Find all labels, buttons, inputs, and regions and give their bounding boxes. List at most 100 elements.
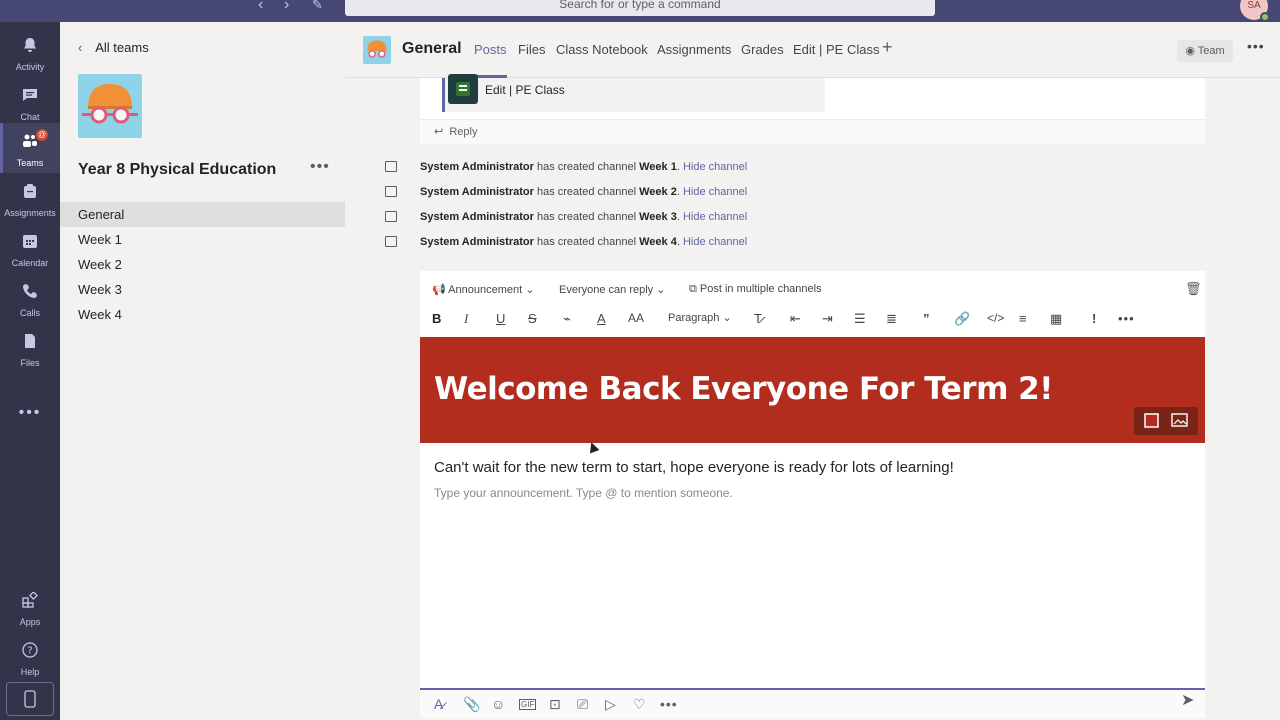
rail-item-calls[interactable]: Calls (0, 273, 60, 323)
color-swatch-icon[interactable] (1144, 413, 1159, 428)
stream-icon[interactable]: ▷ (605, 696, 616, 713)
hide-channel-link[interactable]: Hide channel (683, 186, 747, 198)
app-card[interactable]: Edit | PE Class (442, 74, 825, 112)
team-panel: ‹ All teams Year 8 Physical Education ••… (60, 22, 345, 720)
channel-item-week-3[interactable]: Week 3 (60, 277, 345, 302)
system-message: System Administrator has created channel… (420, 161, 748, 173)
system-actor: System Administrator (420, 211, 534, 223)
mark-important-icon[interactable]: ! (1092, 311, 1096, 326)
announcement-subhead[interactable]: Can't wait for the new term to start, ho… (434, 459, 954, 476)
rail-item-calendar[interactable]: Calendar (0, 223, 60, 273)
numbered-list-icon[interactable]: ≣ (886, 311, 897, 327)
increase-indent-icon[interactable]: ⇥ (822, 311, 833, 327)
highlight-icon[interactable]: ⌁ (563, 311, 571, 327)
underline-icon[interactable]: U (496, 311, 505, 326)
post-type-label: Announcement (448, 284, 523, 296)
channel-header: General Posts Files Class Notebook Assig… (345, 22, 1280, 78)
system-message: System Administrator has created channel… (420, 236, 748, 248)
reply-setting-dropdown[interactable]: Everyone can reply ⌄ (559, 283, 665, 296)
bulleted-list-icon[interactable]: ☰ (854, 311, 866, 327)
hide-channel-link[interactable]: Hide channel (683, 211, 747, 223)
format-icon[interactable]: A̷ (434, 696, 443, 712)
meet-now-icon[interactable]: ⎚ (577, 696, 588, 713)
system-channel: Week 1 (639, 161, 677, 173)
link-icon[interactable]: 🔗 (954, 311, 970, 327)
apps-icon (22, 591, 38, 608)
all-teams-link[interactable]: ‹ All teams (78, 40, 149, 55)
rail-label: Help (20, 667, 40, 677)
team-button[interactable]: ◉ Team (1177, 40, 1233, 62)
horizontal-rule-icon[interactable]: ≡ (1019, 311, 1027, 326)
praise-icon[interactable]: ♡ (633, 696, 646, 713)
forward-arrow-icon[interactable]: › (284, 0, 289, 14)
system-text: has created channel (536, 236, 637, 248)
more-apps-icon[interactable]: ••• (0, 404, 60, 422)
rail-item-apps[interactable]: Apps (0, 582, 60, 632)
code-snippet-icon[interactable]: </> (987, 311, 1004, 325)
bold-icon[interactable]: B (432, 311, 441, 326)
rail-label: Activity (15, 62, 45, 72)
tab-posts[interactable]: Posts (474, 42, 507, 78)
header-more-options-icon[interactable]: ••• (1247, 38, 1265, 54)
avatar[interactable]: SA (1240, 0, 1270, 22)
team-button-label: Team (1197, 45, 1225, 57)
paragraph-style-dropdown[interactable]: Paragraph ⌄ (668, 311, 732, 324)
clear-formatting-icon[interactable]: T̷ (754, 311, 762, 326)
rail-item-help[interactable]: ? Help (0, 632, 60, 682)
italic-icon[interactable]: I (464, 311, 468, 327)
attach-icon[interactable]: 📎 (463, 696, 480, 713)
tab-grades[interactable]: Grades (741, 42, 784, 57)
rail-item-activity[interactable]: Activity (0, 27, 60, 77)
more-formatting-icon[interactable]: ••• (1118, 311, 1135, 326)
search-input[interactable]: Search for or type a command (345, 0, 935, 16)
banner-tools (1134, 407, 1198, 435)
announcement-banner[interactable]: Welcome Back Everyone For Term 2! (420, 337, 1205, 443)
rail-item-files[interactable]: Files (0, 323, 60, 373)
post-type-dropdown[interactable]: 📢 Announcement ⌄ (432, 283, 534, 296)
channel-item-general[interactable]: General (60, 202, 345, 227)
channel-item-week-1[interactable]: Week 1 (60, 227, 345, 252)
announcement-headline[interactable]: Welcome Back Everyone For Term 2! (434, 371, 1053, 407)
paragraph-style-label: Paragraph (668, 312, 720, 324)
chevron-down-icon: ⌄ (656, 284, 666, 296)
system-message-icon (385, 211, 397, 222)
send-icon[interactable]: ➤ (1181, 690, 1194, 710)
emoji-icon[interactable]: ☺ (491, 696, 505, 712)
reply-button[interactable]: ↩ Reply (420, 119, 1205, 144)
delete-icon[interactable]: 🗑 (1185, 281, 1202, 297)
tab-assignments[interactable]: Assignments (657, 42, 731, 57)
announcement-body-input[interactable]: Type your announcement. Type @ to mentio… (434, 486, 733, 500)
mobile-device-button[interactable] (6, 682, 54, 716)
tab-edit-pe-class[interactable]: Edit | PE Class (793, 42, 879, 57)
system-text: has created channel (536, 186, 637, 198)
bell-icon (24, 38, 36, 52)
new-chat-icon[interactable]: ✎ (312, 0, 323, 13)
tab-class-notebook[interactable]: Class Notebook (556, 42, 648, 57)
rail-item-chat[interactable]: Chat (0, 77, 60, 127)
title-bar: ‹ › ✎ Search for or type a command SA (0, 0, 1280, 22)
strikethrough-icon[interactable]: S (528, 311, 537, 326)
add-tab-icon[interactable]: + (882, 37, 893, 58)
table-icon[interactable]: ▦ (1050, 311, 1062, 327)
team-more-options-icon[interactable]: ••• (310, 158, 330, 176)
hide-channel-link[interactable]: Hide channel (683, 161, 747, 173)
hide-channel-link[interactable]: Hide channel (683, 236, 747, 248)
rail-item-teams[interactable]: @ Teams (0, 123, 60, 173)
tab-files[interactable]: Files (518, 42, 545, 57)
all-teams-label: All teams (95, 40, 149, 55)
gif-icon[interactable]: GIF (519, 699, 537, 710)
quote-icon[interactable]: ” (923, 311, 930, 326)
swim-cap-icon (367, 40, 387, 58)
font-size-icon[interactable]: AA (628, 311, 644, 325)
post-multiple-channels-button[interactable]: ⧉ Post in multiple channels (689, 283, 822, 296)
sticker-icon[interactable]: ⊡ (549, 696, 561, 713)
rail-item-assignments[interactable]: Assignments (0, 173, 60, 223)
decrease-indent-icon[interactable]: ⇤ (790, 311, 801, 327)
channel-item-week-4[interactable]: Week 4 (60, 302, 345, 327)
rail-label: Calls (19, 308, 40, 318)
file-icon (25, 334, 35, 348)
more-options-icon[interactable]: ••• (660, 696, 678, 712)
back-arrow-icon[interactable]: ‹ (258, 0, 263, 14)
font-color-icon[interactable]: A (597, 311, 606, 326)
channel-item-week-2[interactable]: Week 2 (60, 252, 345, 277)
